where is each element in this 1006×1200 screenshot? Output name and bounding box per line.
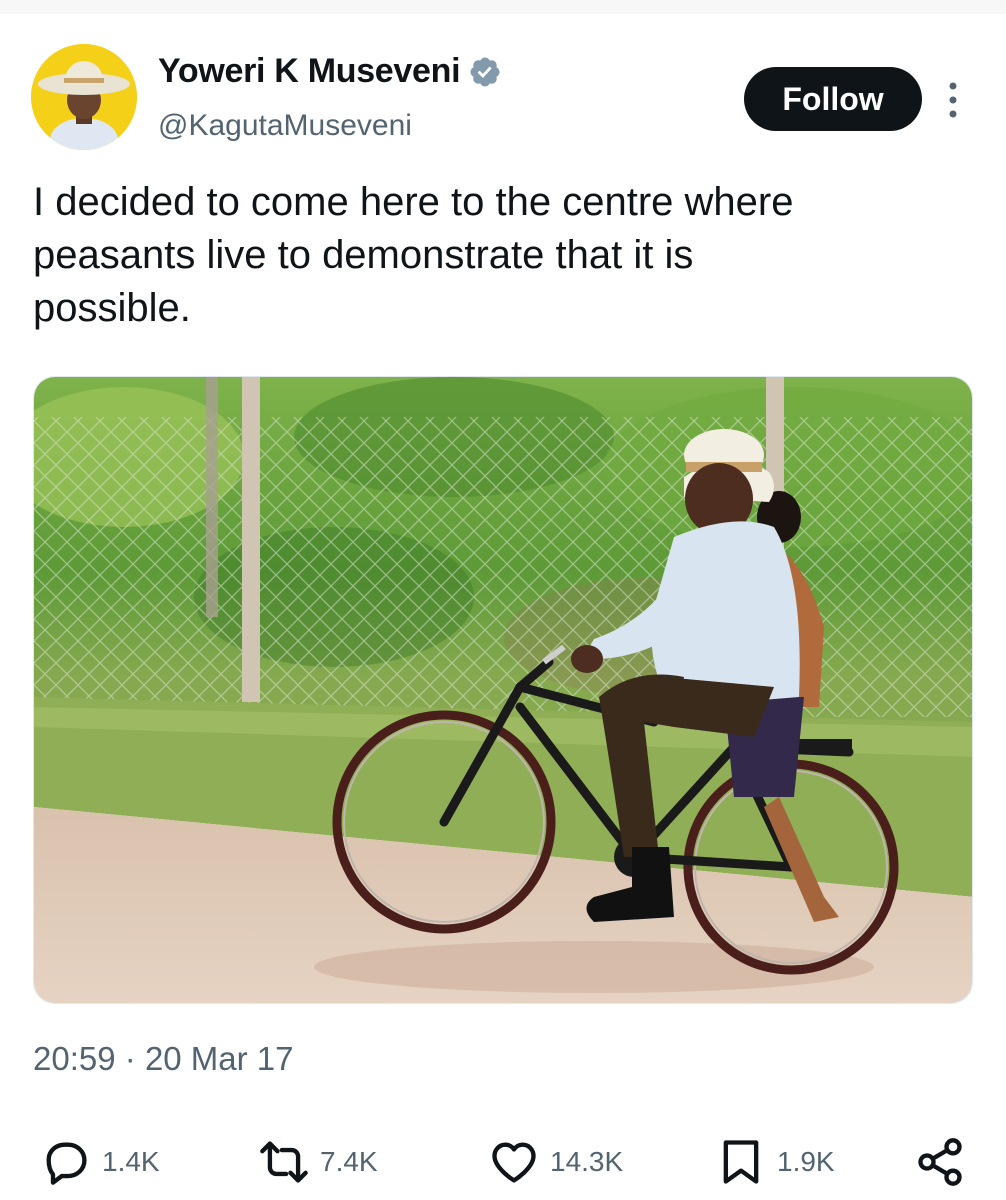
verified-badge-icon	[470, 56, 500, 87]
more-options-icon[interactable]	[938, 80, 968, 120]
tweet-date: 20 Mar 17	[144, 1040, 294, 1077]
reply-button[interactable]: 1.4K	[40, 1130, 160, 1194]
share-icon	[918, 1138, 962, 1186]
repost-icon	[260, 1141, 308, 1183]
status-strip	[0, 0, 1006, 14]
share-button[interactable]	[914, 1130, 966, 1194]
bookmark-icon	[723, 1140, 759, 1184]
tweet-photo[interactable]	[33, 376, 973, 1004]
tweet-text-line: possible.	[33, 286, 191, 330]
tweet-time: 20:59	[33, 1040, 116, 1077]
like-count: 14.3K	[550, 1146, 624, 1177]
repost-count: 7.4K	[320, 1146, 378, 1177]
like-button[interactable]: 14.3K	[488, 1130, 623, 1194]
reply-icon	[46, 1142, 87, 1185]
repost-button[interactable]: 7.4K	[258, 1130, 378, 1194]
tweet-timestamp[interactable]: 20:59 · 20 Mar 17	[33, 1040, 294, 1078]
author-display-name[interactable]: Yoweri K Museveni	[158, 52, 461, 91]
tweet-text-line: I decided to come here to the centre whe…	[33, 180, 794, 224]
reply-count: 1.4K	[102, 1146, 160, 1177]
avatar[interactable]	[31, 44, 137, 150]
like-icon	[492, 1142, 536, 1183]
timestamp-separator: ·	[124, 1040, 136, 1077]
follow-button[interactable]: Follow	[744, 67, 922, 131]
bookmark-button[interactable]: 1.9K	[715, 1130, 835, 1194]
tweet-actions-bar: 1.4K 7.4K 14.3K 1.9K	[0, 1130, 1006, 1194]
tweet-text: I decided to come here to the centre whe…	[33, 176, 953, 335]
author-handle[interactable]: @KagutaMuseveni	[158, 109, 412, 143]
tweet-text-line: peasants live to demonstrate that it is	[33, 233, 694, 277]
bookmark-count: 1.9K	[777, 1146, 835, 1177]
author-name-row: Yoweri K Museveni	[158, 52, 502, 91]
